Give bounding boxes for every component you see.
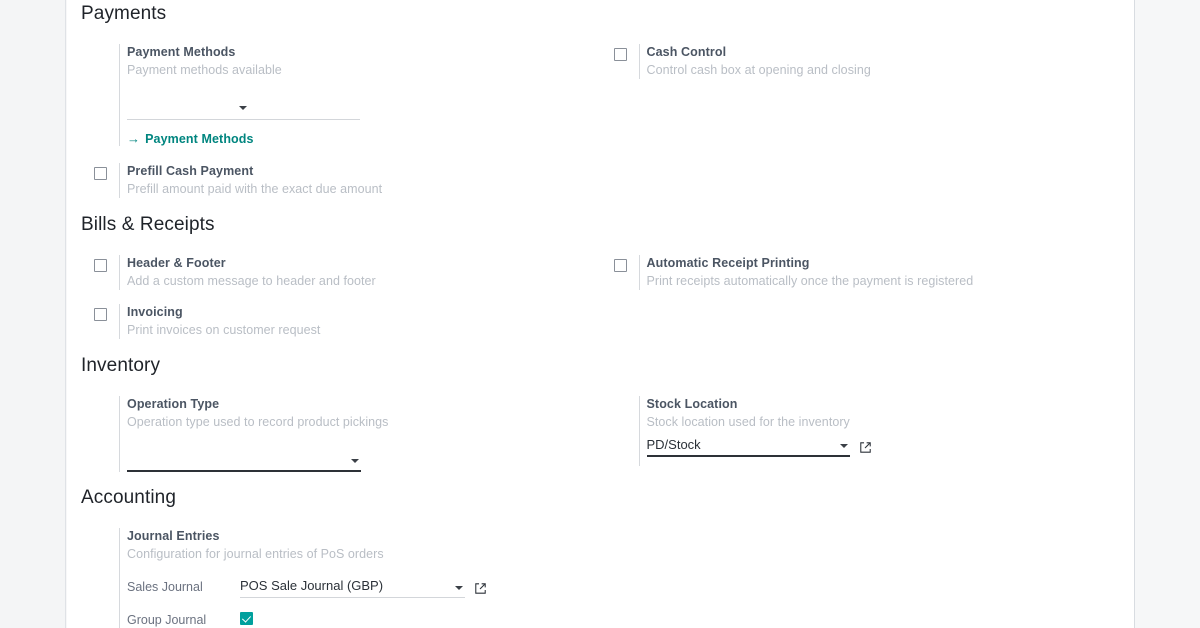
journal-entries-label: Journal Entries — [127, 528, 220, 543]
cash-control-label: Cash Control — [646, 44, 727, 59]
invoicing-label: Invoicing — [127, 305, 183, 320]
header-footer-help: Add a custom message to header and foote… — [127, 274, 376, 289]
external-link-icon[interactable] — [474, 582, 487, 595]
prefill-cash-payment-help: Prefill amount paid with the exact due a… — [127, 182, 383, 197]
setting-payment-methods: Payment Methods Payment methods availabl… — [81, 43, 601, 147]
settings-page: Payments Payment Methods Payment methods… — [0, 0, 1200, 628]
cash-control-body: Cash Control Control cash box at opening… — [638, 43, 1121, 79]
payments-right-column: Cash Control Control cash box at opening… — [601, 43, 1121, 147]
payment-methods-link-label: Payment Methods — [145, 131, 254, 146]
setting-prefill-cash-payment: Prefill Cash Payment Prefill amount paid… — [81, 163, 601, 199]
payment-methods-label: Payment Methods — [127, 44, 236, 59]
chevron-down-icon[interactable] — [239, 105, 247, 110]
stock-location-body: Stock Location Stock location used for t… — [638, 396, 1121, 467]
cash-control-checkbox[interactable] — [613, 47, 627, 61]
bills-right-column-2 — [601, 290, 1121, 339]
chevron-down-icon[interactable] — [351, 459, 359, 464]
header-footer-checkbox-cell — [81, 255, 119, 273]
sales-journal-value: POS Sale Journal (GBP) — [240, 578, 384, 594]
external-link-icon[interactable] — [859, 441, 872, 454]
right-gutter — [1134, 0, 1200, 628]
operation-type-label: Operation Type — [127, 397, 220, 412]
setting-stock-location: Stock Location Stock location used for t… — [601, 396, 1121, 467]
automatic-receipt-printing-checkbox-cell — [601, 255, 639, 273]
payment-methods-link[interactable]: → Payment Methods — [127, 132, 254, 146]
payment-methods-input[interactable] — [127, 97, 360, 120]
setting-automatic-receipt-printing: Automatic Receipt Printing Print receipt… — [601, 255, 1121, 291]
invoicing-checkbox-cell — [81, 304, 119, 322]
setting-invoicing: Invoicing Print invoices on customer req… — [81, 304, 601, 340]
setting-journal-entries: Journal Entries Configuration for journa… — [81, 527, 601, 628]
journal-entries-spacer — [81, 528, 119, 532]
operation-type-input[interactable] — [127, 449, 361, 473]
operation-type-help: Operation type used to record product pi… — [127, 415, 389, 430]
payments-left-column: Payment Methods Payment methods availabl… — [81, 43, 601, 147]
payment-methods-spacer — [81, 44, 119, 48]
payment-methods-body: Payment Methods Payment methods availabl… — [119, 43, 601, 147]
row-group-journal-items: Group Journal Items — [127, 609, 601, 628]
header-footer-checkbox[interactable] — [94, 259, 107, 273]
automatic-receipt-printing-body: Automatic Receipt Printing Print receipt… — [638, 255, 1121, 291]
automatic-receipt-printing-checkbox[interactable] — [613, 259, 627, 273]
invoicing-help: Print invoices on customer request — [127, 323, 321, 338]
stock-location-label: Stock Location — [646, 397, 738, 412]
header-footer-label: Header & Footer — [127, 256, 226, 271]
automatic-receipt-printing-label: Automatic Receipt Printing — [646, 256, 810, 271]
invoicing-checkbox[interactable] — [94, 308, 107, 322]
bills-left-column: Header & Footer Add a custom message to … — [81, 255, 601, 291]
settings-sheet: Payments Payment Methods Payment methods… — [67, 0, 1134, 628]
accounting-left-column: Journal Entries Configuration for journa… — [81, 527, 601, 628]
sales-journal-input[interactable]: POS Sale Journal (GBP) — [240, 575, 465, 598]
prefill-cash-payment-checkbox-cell — [81, 163, 119, 181]
group-journal-items-checkbox[interactable] — [240, 611, 253, 625]
payments-left-column-2: Prefill Cash Payment Prefill amount paid… — [81, 163, 601, 199]
section-title-bills-receipts: Bills & Receipts — [81, 214, 215, 236]
payments-right-column-2 — [601, 146, 1121, 198]
section-title-inventory: Inventory — [81, 355, 161, 377]
bills-right-column: Automatic Receipt Printing Print receipt… — [601, 255, 1121, 291]
accounting-right-column — [601, 528, 1121, 628]
setting-cash-control: Cash Control Control cash box at opening… — [601, 43, 1121, 79]
section-title-payments: Payments — [81, 3, 167, 24]
chevron-down-icon[interactable] — [455, 585, 463, 590]
stock-location-input[interactable]: PD/Stock — [646, 434, 850, 458]
section-title-accounting: Accounting — [81, 487, 177, 509]
journal-entries-help: Configuration for journal entries of PoS… — [127, 546, 384, 561]
stock-location-spacer — [601, 396, 639, 400]
group-journal-items-label: Group Journal Items — [127, 612, 207, 627]
journal-entries-body: Journal Entries Configuration for journa… — [119, 527, 601, 628]
cash-control-checkbox-cell — [601, 44, 639, 61]
left-gutter — [0, 0, 66, 628]
prefill-cash-payment-checkbox[interactable] — [94, 167, 107, 181]
invoicing-body: Invoicing Print invoices on customer req… — [119, 304, 601, 340]
stock-location-help: Stock location used for the inventory — [646, 415, 850, 430]
automatic-receipt-printing-help: Print receipts automatically once the pa… — [646, 274, 974, 289]
operation-type-body: Operation Type Operation type used to re… — [119, 396, 601, 473]
prefill-cash-payment-body: Prefill Cash Payment Prefill amount paid… — [119, 163, 601, 199]
prefill-cash-payment-label: Prefill Cash Payment — [127, 164, 254, 179]
payment-methods-help: Payment methods available — [127, 62, 282, 77]
header-footer-body: Header & Footer Add a custom message to … — [119, 255, 601, 291]
operation-type-spacer — [81, 396, 119, 400]
arrow-right-icon: → — [127, 131, 141, 147]
bills-left-column-2: Invoicing Print invoices on customer req… — [81, 304, 601, 340]
cash-control-help: Control cash box at opening and closing — [646, 62, 871, 77]
sales-journal-label: Sales Journal — [127, 579, 203, 594]
stock-location-value: PD/Stock — [646, 437, 701, 453]
setting-operation-type: Operation Type Operation type used to re… — [81, 396, 601, 473]
chevron-down-icon[interactable] — [839, 444, 848, 449]
setting-header-footer: Header & Footer Add a custom message to … — [81, 255, 601, 291]
row-sales-journal: Sales Journal POS Sale Journal (GBP) — [127, 575, 601, 598]
inventory-right-column: Stock Location Stock location used for t… — [601, 396, 1121, 472]
inventory-left-column: Operation Type Operation type used to re… — [81, 396, 601, 473]
